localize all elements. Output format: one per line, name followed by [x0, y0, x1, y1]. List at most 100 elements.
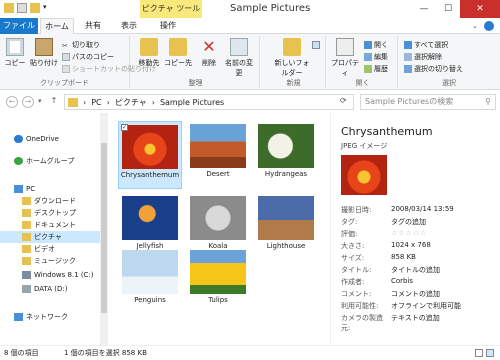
- move-to-button[interactable]: 移動先: [136, 38, 162, 68]
- breadcrumb-pc[interactable]: PC: [91, 98, 101, 107]
- copy-path-button[interactable]: パスのコピー: [62, 52, 114, 62]
- address-row: ← → ▾ ↑ › PC › ピクチャ › Sample Pictures ⟳ …: [0, 91, 500, 113]
- up-arrow-icon[interactable]: ↑: [48, 96, 60, 108]
- file-name: Tulips: [208, 296, 228, 304]
- nav-label: ビデオ: [34, 245, 55, 253]
- nav-item-homegroup[interactable]: ホームグループ: [14, 155, 74, 167]
- nav-scrollbar-thumb[interactable]: [101, 143, 107, 313]
- refresh-icon[interactable]: ⟳: [340, 96, 347, 105]
- details-row: 利用可能性: オフラインで利用可能: [341, 301, 461, 311]
- properties-button[interactable]: プロパティ: [330, 38, 360, 78]
- paste-button[interactable]: 貼り付け: [30, 38, 58, 68]
- thumbnail-hydrangeas: [258, 124, 314, 168]
- nav-item-drive-c[interactable]: Windows 8.1 (C:): [22, 269, 94, 281]
- delete-button[interactable]: ✕ 削除: [198, 38, 220, 68]
- new-folder-button[interactable]: 新しいフォルダー: [272, 38, 312, 78]
- item-count: 8 個の項目: [4, 349, 39, 357]
- nav-item-drive-d[interactable]: DATA (D:): [22, 283, 67, 295]
- rating-stars[interactable]: ☆☆☆☆☆: [391, 229, 427, 239]
- folder-icon: [22, 245, 31, 253]
- nav-scrollbar[interactable]: [100, 113, 108, 345]
- details-key: サイズ:: [341, 254, 365, 262]
- nav-item-onedrive[interactable]: OneDrive: [14, 133, 59, 145]
- tab-file[interactable]: ファイル: [0, 18, 38, 34]
- breadcrumb-separator: ›: [151, 97, 155, 107]
- properties-icon[interactable]: [17, 3, 27, 13]
- title-bar: ▾ ピクチャ ツール Sample Pictures — ☐ ✕: [0, 0, 500, 18]
- homegroup-icon: [14, 157, 23, 165]
- details-key: カメラの製造元:: [341, 314, 383, 332]
- open-icon: [364, 41, 372, 49]
- minimize-button[interactable]: —: [412, 0, 436, 18]
- history-button[interactable]: 履歴: [364, 64, 388, 74]
- breadcrumb-pictures[interactable]: ピクチャ: [115, 97, 147, 108]
- file-tile-hydrangeas[interactable]: Hydrangeas: [254, 121, 318, 178]
- file-tile-jellyfish[interactable]: Jellyfish: [118, 193, 182, 250]
- search-input[interactable]: Sample Picturesの検索 ⚲: [360, 94, 496, 110]
- file-name: Desert: [206, 170, 230, 178]
- details-row: コメント: コメントの追加: [341, 289, 440, 299]
- nav-item-pc[interactable]: PC: [14, 183, 35, 195]
- open-group-label: 開く: [355, 79, 370, 87]
- details-value[interactable]: タイトルの追加: [391, 265, 440, 275]
- tab-share[interactable]: 共有: [76, 18, 110, 34]
- folder-icon[interactable]: [4, 3, 14, 13]
- copy-to-button[interactable]: コピー先: [164, 38, 192, 68]
- help-icon[interactable]: [484, 21, 494, 31]
- invert-selection-icon: [404, 65, 412, 73]
- edit-button[interactable]: 編集: [364, 52, 388, 62]
- details-value[interactable]: 2008/03/14 13:59: [391, 205, 454, 215]
- tab-manage[interactable]: 操作: [148, 18, 188, 34]
- nav-item-downloads[interactable]: ダウンロード: [22, 195, 76, 207]
- pictures-folder-icon: [68, 97, 78, 107]
- details-value[interactable]: コメントの追加: [391, 289, 440, 299]
- cut-button[interactable]: ✂ 切り取り: [62, 40, 100, 50]
- file-tile-chrysanthemum[interactable]: ✓ Chrysanthemum: [118, 121, 182, 189]
- chevron-down-icon[interactable]: ▾: [43, 3, 53, 13]
- nav-item-network[interactable]: ネットワーク: [14, 311, 68, 323]
- recent-locations-icon[interactable]: ▾: [38, 97, 42, 105]
- copy-button[interactable]: コピー: [4, 38, 26, 68]
- file-name: Hydrangeas: [264, 170, 308, 178]
- tab-view[interactable]: 表示: [112, 18, 146, 34]
- details-key: 撮影日時:: [341, 206, 372, 214]
- nav-item-videos[interactable]: ビデオ: [22, 243, 55, 255]
- nav-item-music[interactable]: ミュージック: [22, 255, 76, 267]
- details-value[interactable]: タグの追加: [391, 217, 426, 227]
- new-item-button[interactable]: [312, 40, 320, 50]
- new-group: 新しいフォルダー 新規: [262, 36, 326, 88]
- new-folder-icon[interactable]: [30, 3, 40, 13]
- details-value: オフラインで利用可能: [391, 302, 461, 310]
- nav-item-documents[interactable]: ドキュメント: [22, 219, 76, 231]
- select-none-button[interactable]: 選択解除: [404, 52, 442, 62]
- select-all-button[interactable]: すべて選択: [404, 40, 448, 50]
- network-icon: [14, 313, 23, 321]
- breadcrumb-sample-pictures[interactable]: Sample Pictures: [160, 98, 224, 107]
- checkbox-checked-icon[interactable]: ✓: [121, 124, 128, 131]
- open-button[interactable]: 開く: [364, 40, 388, 50]
- address-bar[interactable]: › PC › ピクチャ › Sample Pictures: [64, 94, 354, 110]
- large-icons-view-icon[interactable]: [486, 349, 494, 357]
- details-preview-image: [341, 155, 387, 195]
- rename-icon: [230, 38, 248, 56]
- file-tile-lighthouse[interactable]: Lighthouse: [254, 193, 318, 250]
- close-button[interactable]: ✕: [460, 0, 500, 18]
- file-tile-koala[interactable]: Koala: [186, 193, 250, 250]
- nav-item-pictures[interactable]: ピクチャ: [0, 231, 100, 243]
- rename-label: 名前の変更: [225, 59, 253, 77]
- tab-home[interactable]: ホーム: [40, 18, 74, 34]
- nav-item-desktop[interactable]: デスクトップ: [22, 207, 76, 219]
- file-tile-tulips[interactable]: Tulips: [186, 247, 250, 304]
- details-value[interactable]: テキストの追加: [391, 313, 440, 333]
- rename-button[interactable]: 名前の変更: [224, 38, 254, 78]
- details-value[interactable]: Corbis: [391, 277, 413, 287]
- details-view-icon[interactable]: [475, 349, 483, 357]
- file-tile-desert[interactable]: Desert: [186, 121, 250, 178]
- invert-selection-button[interactable]: 選択の切り替え: [404, 64, 463, 74]
- delete-x-icon: ✕: [202, 37, 216, 56]
- file-tile-penguins[interactable]: Penguins: [118, 247, 182, 304]
- back-button[interactable]: ←: [6, 96, 18, 108]
- forward-button[interactable]: →: [22, 96, 34, 108]
- maximize-button[interactable]: ☐: [436, 0, 460, 18]
- ribbon-expand-icon[interactable]: ⌄: [472, 22, 480, 30]
